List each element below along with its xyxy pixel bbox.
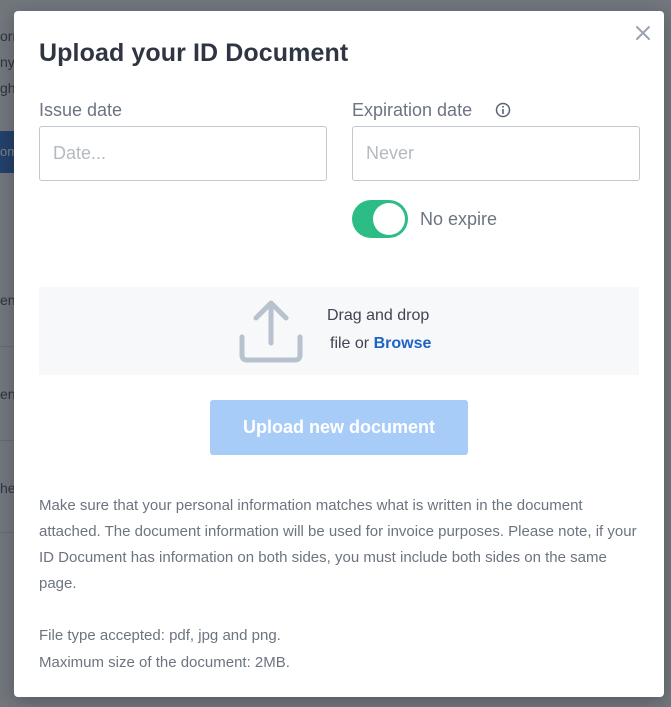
browse-link[interactable]: Browse [374,335,432,352]
issue-date-input[interactable] [39,126,327,181]
expiration-date-label: Expiration date [352,100,473,120]
dropzone-instruction: Drag and drop [327,307,430,324]
toggle-knob [373,203,405,235]
upload-new-document-button[interactable]: Upload new document [210,400,468,455]
expiration-date-input[interactable] [352,126,640,181]
modal-title: Upload your ID Document [39,39,349,67]
close-icon [636,26,650,40]
upload-id-modal: Upload your ID Document Issue date Expir… [14,11,664,697]
file-requirements: File type accepted: pdf, jpg and png. Ma… [39,622,639,676]
no-expire-toggle[interactable] [352,200,408,238]
no-expire-label: No expire [420,209,498,229]
info-icon[interactable] [495,102,511,118]
file-types-text: File type accepted: pdf, jpg and png. [39,627,281,644]
max-size-text: Maximum size of the document: 2MB. [39,654,290,671]
info-notice: Make sure that your personal information… [39,497,637,592]
upload-icon [239,300,303,363]
issue-date-label: Issue date [39,100,123,120]
file-dropzone[interactable]: Drag and drop file or Browse [39,287,639,375]
close-button[interactable] [634,24,652,42]
dropzone-prefix: file or [330,335,374,352]
dropzone-instruction-2: file or Browse [330,335,431,353]
